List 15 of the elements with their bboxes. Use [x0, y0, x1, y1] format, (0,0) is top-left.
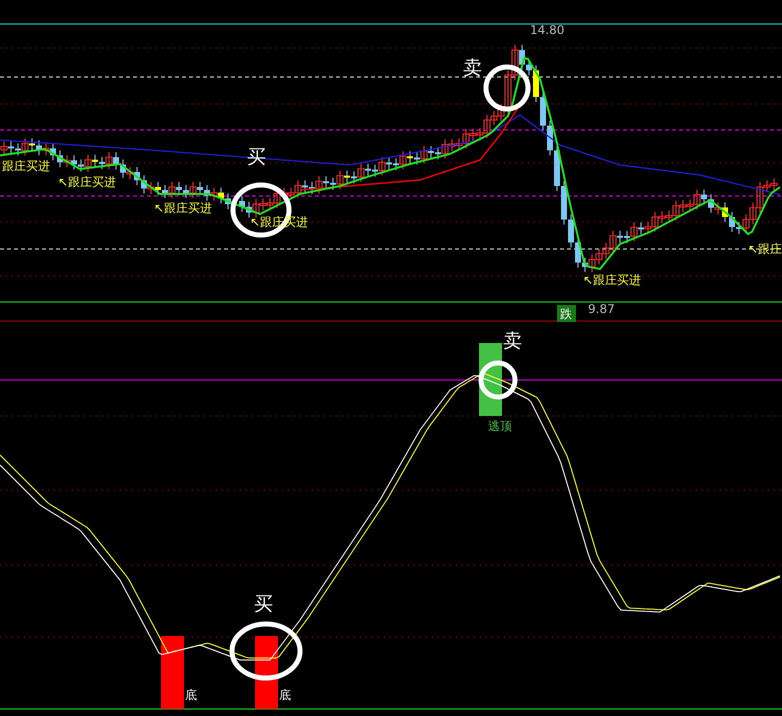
- low-price-label: 9.87: [588, 302, 615, 316]
- buy-signal-label: ↖跟庄买进: [154, 201, 212, 215]
- callout-label: 卖: [503, 330, 522, 352]
- buy-signal-label: 跟庄买进: [2, 159, 50, 173]
- callout-label: 卖: [463, 57, 482, 79]
- fall-badge: 跌: [557, 305, 576, 322]
- escape-top-label: 逃顶: [488, 419, 512, 433]
- highlight-ring: [478, 360, 518, 400]
- callout-label: 买: [254, 593, 273, 615]
- bottom-label: 底: [279, 688, 291, 702]
- highlight-ring: [484, 64, 530, 112]
- buy-signal-label: ↖跟庄买进: [583, 273, 642, 287]
- buy-signal-label: ↖跟庄买进: [58, 175, 116, 189]
- bottom-label: 底: [185, 688, 197, 702]
- high-price-label: 14.80: [530, 23, 564, 37]
